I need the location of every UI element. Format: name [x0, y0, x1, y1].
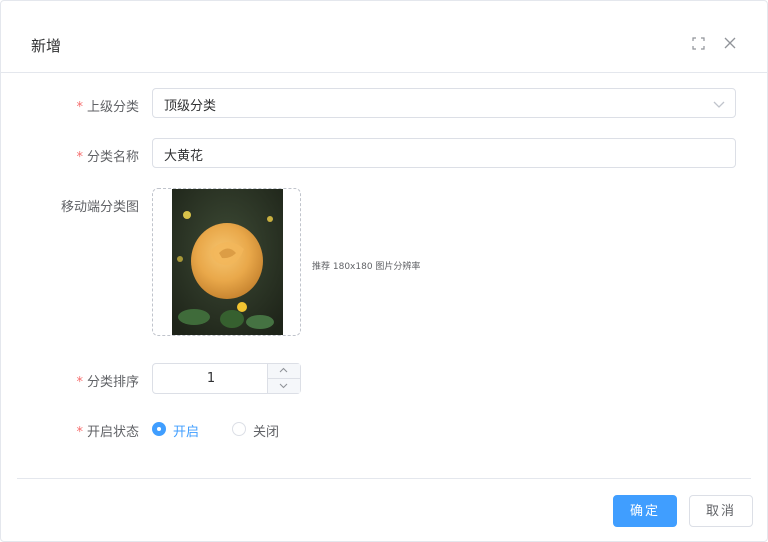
chevron-up-icon: [279, 367, 288, 373]
fullscreen-icon[interactable]: [692, 37, 706, 51]
radio-label-on: 开启: [173, 425, 200, 440]
cancel-button[interactable]: 取消: [689, 495, 753, 527]
sort-order-stepper[interactable]: 1: [152, 363, 301, 394]
status-label: * 开启状态: [76, 425, 139, 440]
image-hint: 推荐 180x180 图片分辨率: [312, 262, 421, 272]
radio-unchecked-icon: [232, 422, 246, 436]
radio-label-off: 关闭: [253, 425, 280, 440]
decrease-button[interactable]: [268, 379, 300, 393]
dialog-title: 新增: [31, 37, 62, 55]
sort-order-label: * 分类排序: [76, 375, 139, 390]
radio-checked-icon: [152, 422, 166, 436]
category-image: [172, 189, 283, 335]
increase-button[interactable]: [268, 364, 300, 379]
required-star: *: [76, 150, 83, 165]
category-name-input[interactable]: 大黄花: [152, 138, 736, 168]
parent-category-select[interactable]: 顶级分类: [152, 88, 736, 118]
category-name-label: * 分类名称: [76, 150, 139, 165]
chevron-down-icon: [713, 98, 725, 110]
mobile-image-label: 移动端分类图: [60, 200, 139, 215]
image-uploader[interactable]: [152, 188, 301, 336]
close-icon[interactable]: [724, 37, 738, 51]
required-star: *: [76, 375, 83, 390]
confirm-button[interactable]: 确定: [613, 495, 677, 527]
stepper-controls: [267, 364, 300, 393]
sort-order-value[interactable]: 1: [153, 371, 269, 386]
parent-category-label: * 上级分类: [76, 100, 139, 115]
footer-divider: [17, 478, 751, 479]
category-name-value: 大黄花: [164, 149, 204, 164]
chevron-down-icon: [279, 383, 288, 389]
parent-category-value: 顶级分类: [164, 99, 217, 114]
required-star: *: [76, 100, 83, 115]
dialog-header: 新增: [1, 1, 767, 73]
required-star: *: [76, 425, 83, 440]
add-category-dialog: 新增 * 上级分类 顶级分类 * 分类名称 大黄花 移动端分类图 推荐 180x…: [0, 0, 768, 542]
